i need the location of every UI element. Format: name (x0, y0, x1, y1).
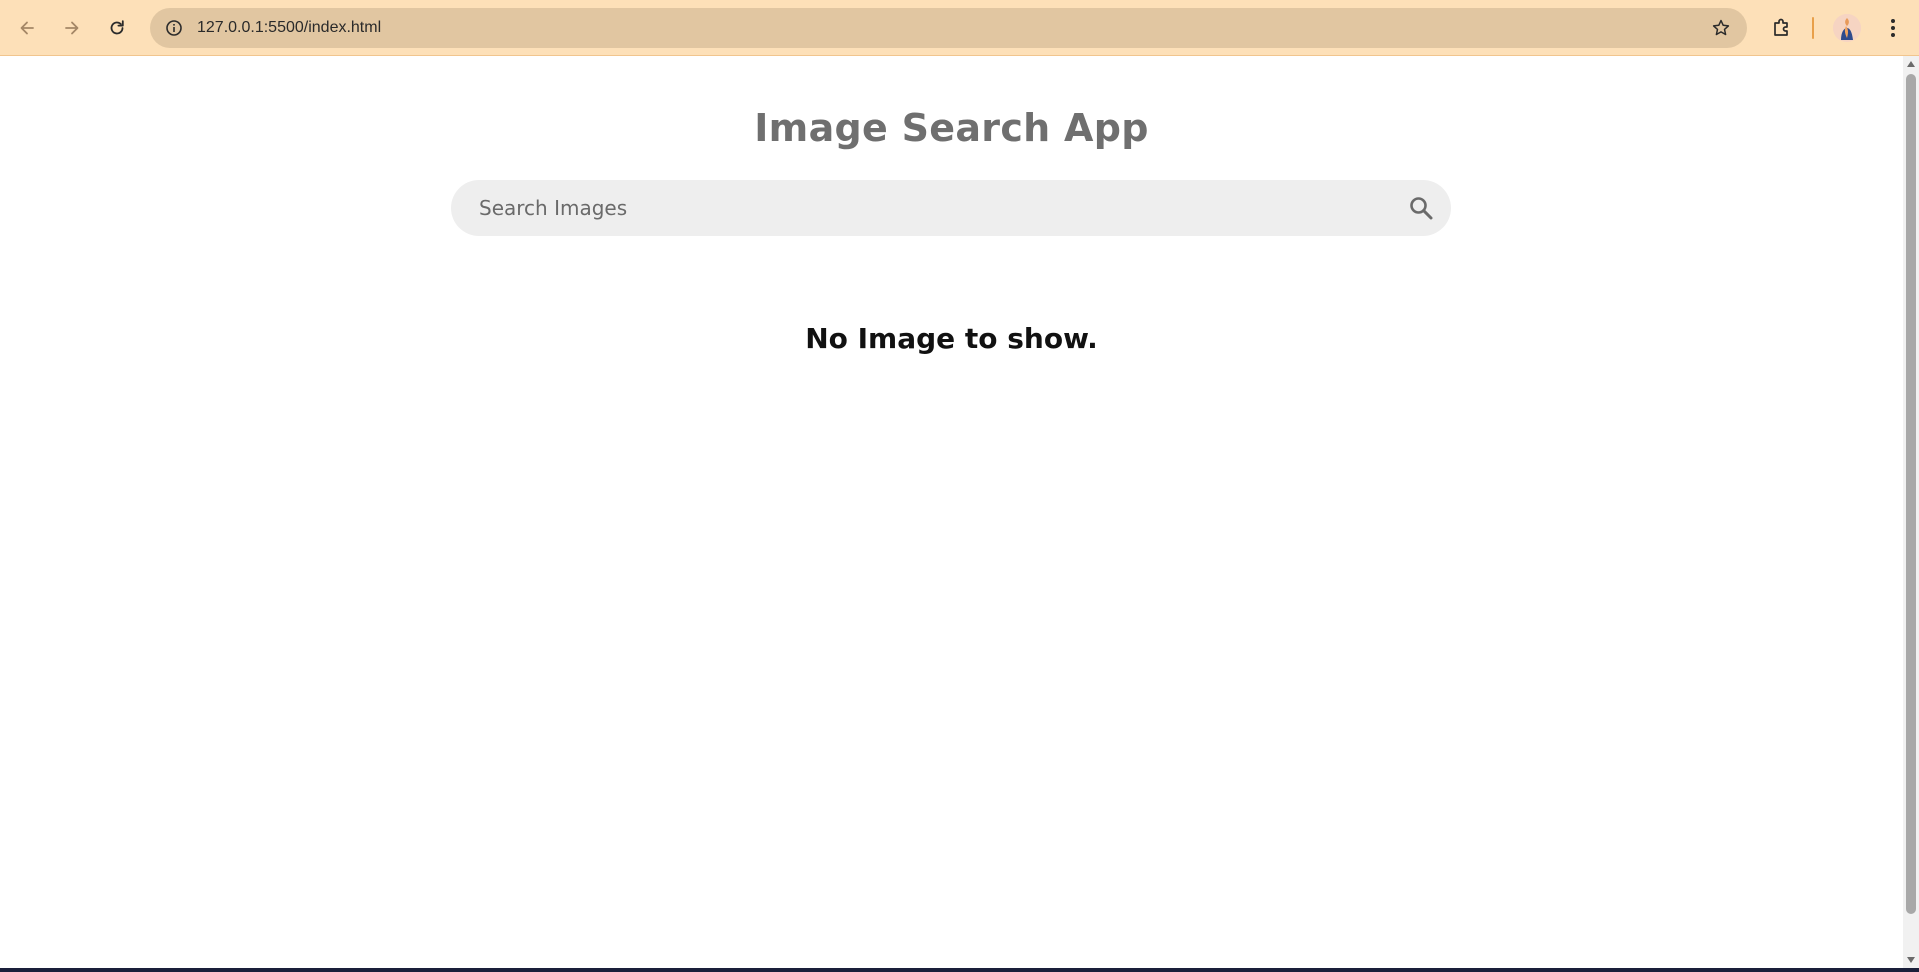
browser-menu-button[interactable] (1878, 10, 1908, 46)
profile-avatar[interactable] (1833, 14, 1861, 42)
toolbar-divider (1812, 17, 1814, 39)
taskbar-edge (0, 968, 1919, 972)
reload-button[interactable] (99, 10, 135, 46)
search-button[interactable] (1407, 194, 1435, 222)
search-input[interactable] (451, 180, 1391, 236)
scrollbar-thumb[interactable] (1906, 74, 1916, 914)
page-viewport: Image Search App No Image to show. (0, 56, 1903, 968)
bookmark-button[interactable] (1709, 16, 1733, 40)
forward-button[interactable] (54, 10, 90, 46)
arrow-left-icon (20, 21, 34, 35)
back-button[interactable] (9, 10, 45, 46)
info-icon (166, 20, 182, 36)
empty-state-message: No Image to show. (805, 322, 1098, 355)
address-bar[interactable]: 127.0.0.1:5500/index.html (150, 8, 1747, 48)
avatar-image (1833, 14, 1861, 42)
scroll-up-button[interactable] (1903, 56, 1919, 72)
page-title: Image Search App (754, 106, 1149, 150)
browser-window: 127.0.0.1:5500/index.html Image Search A… (0, 0, 1919, 972)
browser-toolbar: 127.0.0.1:5500/index.html (0, 0, 1919, 56)
star-icon (1712, 19, 1730, 36)
arrow-right-icon (65, 21, 79, 35)
search-icon (1410, 197, 1433, 220)
triangle-down-icon (1907, 957, 1915, 963)
search-bar (451, 180, 1451, 236)
page-scrollbar[interactable] (1903, 56, 1919, 968)
reload-icon (110, 20, 124, 35)
extensions-button[interactable] (1764, 10, 1800, 46)
scroll-down-button[interactable] (1903, 952, 1919, 968)
triangle-up-icon (1907, 61, 1915, 67)
kebab-menu-icon (1891, 19, 1895, 37)
puzzle-icon (1774, 18, 1788, 36)
site-info-button[interactable] (158, 12, 190, 44)
url-text[interactable]: 127.0.0.1:5500/index.html (197, 8, 381, 48)
